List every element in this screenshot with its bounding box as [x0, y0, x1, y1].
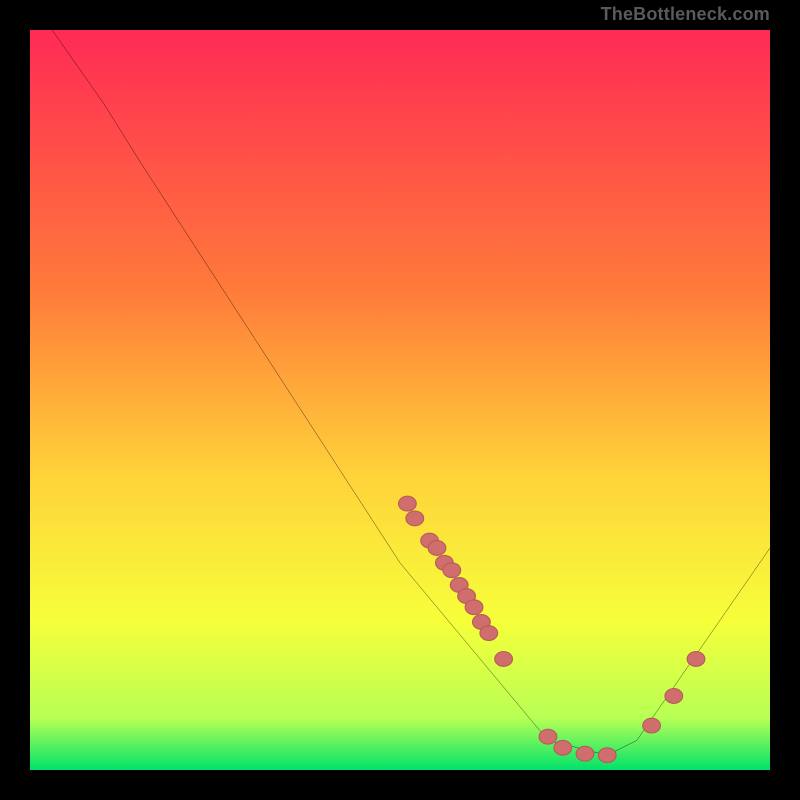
gradient-background — [30, 30, 770, 770]
bottleneck-chart — [30, 30, 770, 770]
data-marker — [399, 496, 417, 511]
data-marker — [480, 626, 498, 641]
data-marker — [554, 740, 572, 755]
data-marker — [465, 600, 483, 615]
data-marker — [539, 729, 557, 744]
data-marker — [495, 652, 513, 667]
data-marker — [598, 748, 616, 763]
data-marker — [643, 718, 661, 733]
data-marker — [443, 563, 461, 578]
chart-container: TheBottleneck.com — [0, 0, 800, 800]
data-marker — [428, 541, 446, 556]
data-marker — [406, 511, 424, 526]
data-marker — [687, 652, 705, 667]
data-marker — [665, 689, 683, 704]
data-marker — [576, 746, 594, 761]
watermark-text: TheBottleneck.com — [601, 4, 770, 25]
